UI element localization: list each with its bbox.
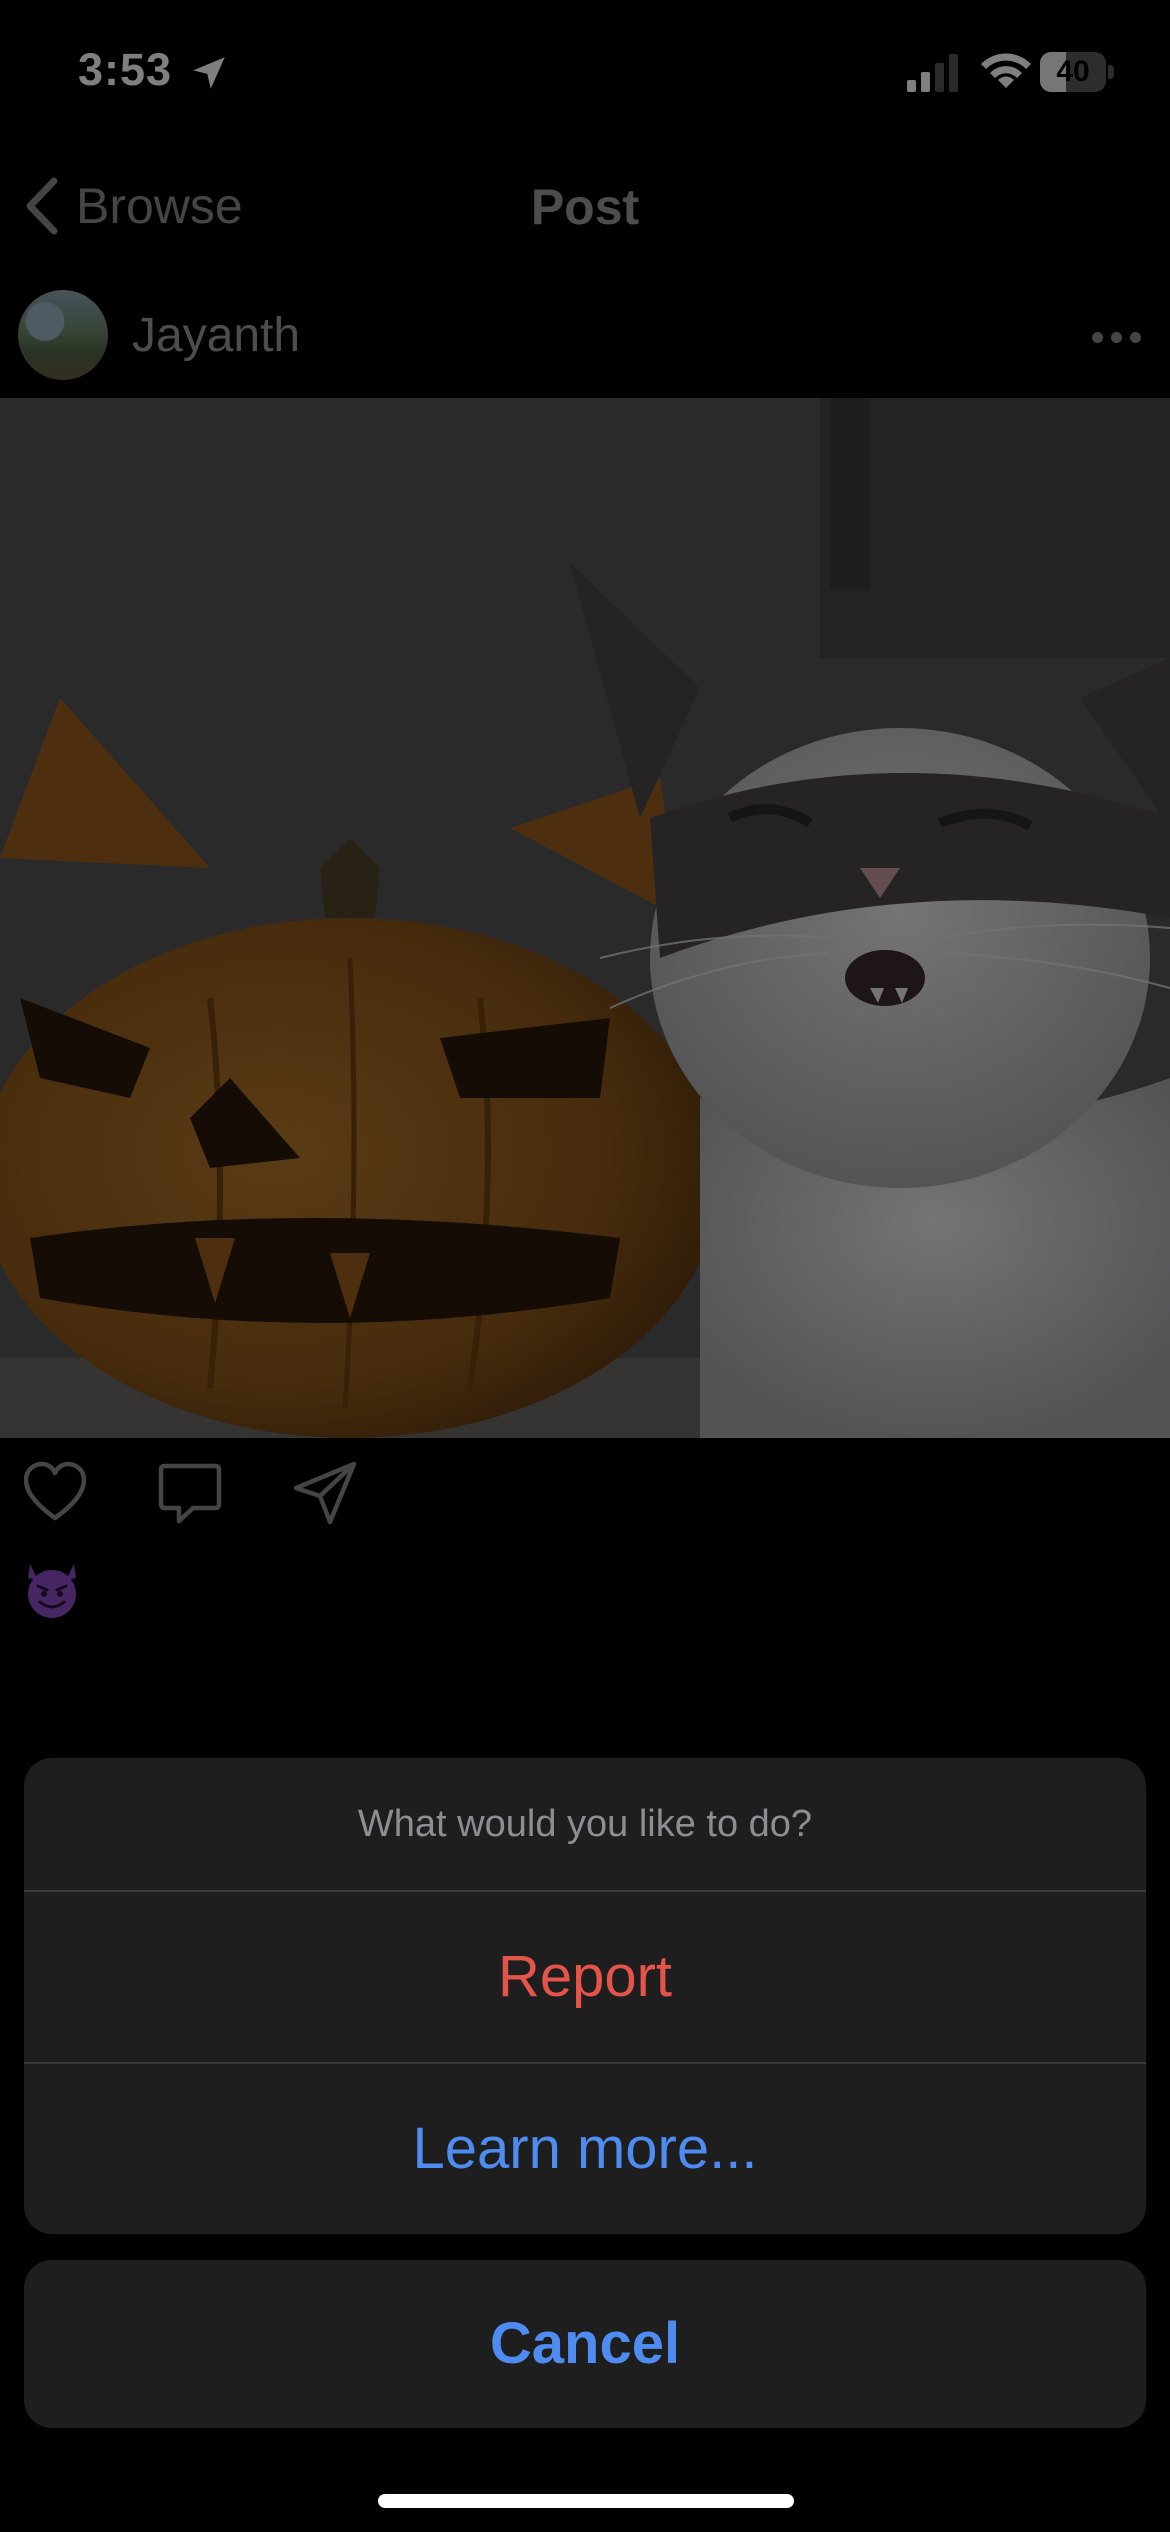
battery-level: 40 — [1056, 55, 1090, 88]
more-options-button[interactable] — [1092, 318, 1150, 356]
report-button[interactable]: Report — [24, 1892, 1146, 2062]
comment-icon[interactable] — [155, 1458, 225, 1528]
battery-icon: 40 — [1040, 52, 1116, 92]
home-indicator[interactable] — [378, 2494, 794, 2508]
page-title: Post — [530, 179, 640, 235]
smiling-devil-emoji-icon — [28, 1564, 76, 1618]
action-sheet: What would you like to do? Report Learn … — [24, 1758, 1146, 2234]
cellular-signal-icon — [907, 54, 958, 92]
share-icon[interactable] — [290, 1458, 360, 1528]
learn-more-button[interactable]: Learn more... — [24, 2064, 1146, 2234]
location-arrow-icon — [193, 57, 225, 89]
post-photo[interactable] — [0, 398, 1170, 1438]
status-time: 3:53 — [78, 44, 173, 95]
username[interactable]: Jayanth — [132, 308, 300, 363]
cancel-button[interactable]: Cancel — [24, 2260, 1146, 2428]
avatar[interactable] — [18, 290, 108, 380]
wifi-icon — [981, 53, 1031, 88]
pumpkin-cat-photo — [0, 398, 1170, 1438]
action-sheet-title: What would you like to do? — [357, 1803, 813, 1845]
heart-icon[interactable] — [20, 1458, 90, 1528]
